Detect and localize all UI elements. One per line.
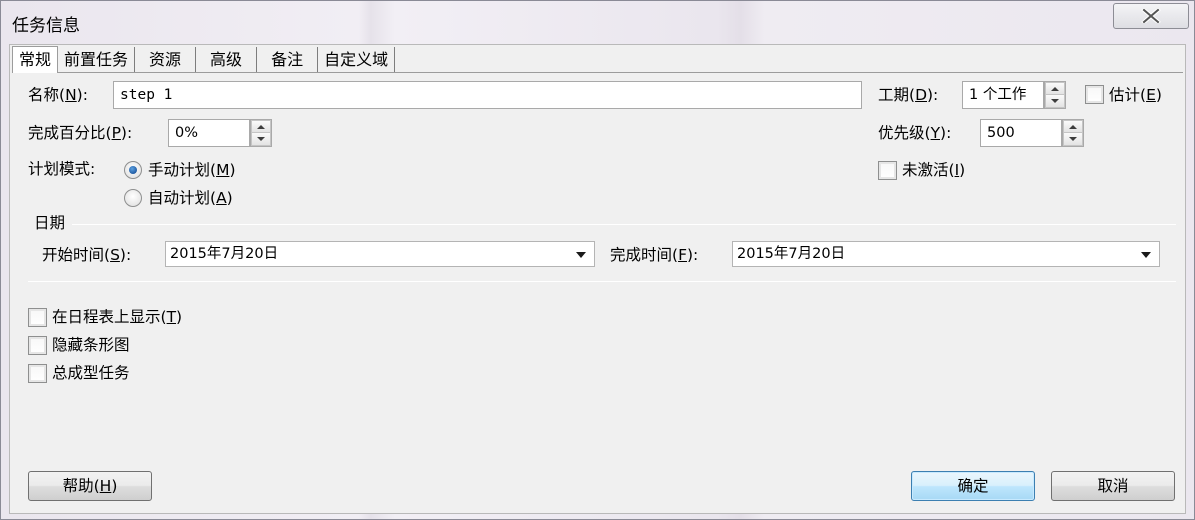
spin-down-icon <box>1051 99 1059 103</box>
start-date-value: 2015年7月20日 <box>170 246 279 262</box>
start-date-dropdown[interactable]: 2015年7月20日 <box>165 241 595 267</box>
title-bar: 任务信息 <box>1 1 1194 41</box>
close-button[interactable] <box>1113 3 1189 29</box>
inactive-checkbox[interactable] <box>878 161 897 180</box>
duration-spinner <box>1044 81 1066 109</box>
manual-schedule-radio[interactable] <box>124 161 142 179</box>
spin-down-icon <box>1069 137 1077 141</box>
duration-input[interactable]: 1 个工作 <box>962 81 1044 109</box>
start-date-label: 开始时间(S): <box>42 246 132 264</box>
percent-spin-down[interactable] <box>251 133 271 146</box>
options-divider <box>28 281 1176 282</box>
show-on-timeline-checkbox[interactable] <box>28 308 47 327</box>
percent-spin-up[interactable] <box>251 120 271 133</box>
cancel-button[interactable]: 取消 <box>1051 471 1175 501</box>
inactive-label: 未激活(I) <box>902 161 966 179</box>
tab-advanced[interactable]: 高级 <box>196 47 258 73</box>
hide-bar-label: 隐藏条形图 <box>52 336 130 354</box>
duration-spin-up[interactable] <box>1045 82 1065 95</box>
estimated-checkbox[interactable] <box>1085 85 1104 104</box>
tab-strip: 常规 前置任务 资源 高级 备注 自定义域 <box>12 46 396 73</box>
percent-complete-spinner <box>250 119 272 147</box>
finish-date-label: 完成时间(F): <box>610 246 699 264</box>
chevron-down-icon <box>1141 252 1151 258</box>
percent-complete-input[interactable]: 0% <box>168 119 250 147</box>
task-info-dialog: 任务信息 常规 前置任务 资源 高级 备注 自定义域 名称(N): step 1… <box>0 0 1195 520</box>
tab-resources[interactable]: 资源 <box>135 47 197 73</box>
chevron-down-icon <box>576 252 586 258</box>
tab-notes[interactable]: 备注 <box>257 47 319 73</box>
ok-button[interactable]: 确定 <box>911 471 1035 501</box>
auto-schedule-label: 自动计划(A) <box>148 189 233 207</box>
name-input[interactable]: step 1 <box>113 81 862 109</box>
dialog-client-area: 常规 前置任务 资源 高级 备注 自定义域 名称(N): step 1 工期(D… <box>9 44 1186 514</box>
finish-date-dropdown[interactable]: 2015年7月20日 <box>732 241 1160 267</box>
percent-complete-label: 完成百分比(P): <box>28 124 133 142</box>
duration-label: 工期(D): <box>878 86 939 104</box>
duration-spin-down[interactable] <box>1045 95 1065 108</box>
help-button[interactable]: 帮助(H) <box>28 471 152 501</box>
spin-up-icon <box>1051 86 1059 91</box>
dialog-title: 任务信息 <box>12 16 80 36</box>
manual-schedule-label: 手动计划(M) <box>148 161 236 179</box>
show-on-timeline-label: 在日程表上显示(T) <box>52 308 183 326</box>
priority-spinner <box>1062 119 1084 147</box>
name-label: 名称(N): <box>28 86 88 104</box>
priority-label: 优先级(Y): <box>878 124 952 142</box>
schedule-mode-label: 计划模式: <box>28 160 96 178</box>
estimated-label: 估计(E) <box>1109 86 1162 104</box>
dates-group-label: 日期 <box>34 214 66 232</box>
tab-custom-fields[interactable]: 自定义域 <box>318 47 396 73</box>
priority-spin-up[interactable] <box>1063 120 1083 133</box>
priority-input[interactable]: 500 <box>980 119 1062 147</box>
spin-down-icon <box>257 137 265 141</box>
summary-task-checkbox[interactable] <box>28 364 47 383</box>
close-icon <box>1141 9 1161 23</box>
priority-spin-down[interactable] <box>1063 133 1083 146</box>
tab-predecessors[interactable]: 前置任务 <box>58 47 136 73</box>
summary-task-label: 总成型任务 <box>52 364 130 382</box>
auto-schedule-radio[interactable] <box>124 189 142 207</box>
spin-up-icon <box>1069 124 1077 129</box>
dates-group-divider <box>72 224 1176 225</box>
finish-date-value: 2015年7月20日 <box>737 246 846 262</box>
hide-bar-checkbox[interactable] <box>28 336 47 355</box>
tab-general[interactable]: 常规 <box>12 46 59 73</box>
spin-up-icon <box>257 124 265 129</box>
general-tab-panel: 名称(N): step 1 工期(D): 1 个工作 估计(E) 完成百分比(P… <box>12 72 1183 512</box>
